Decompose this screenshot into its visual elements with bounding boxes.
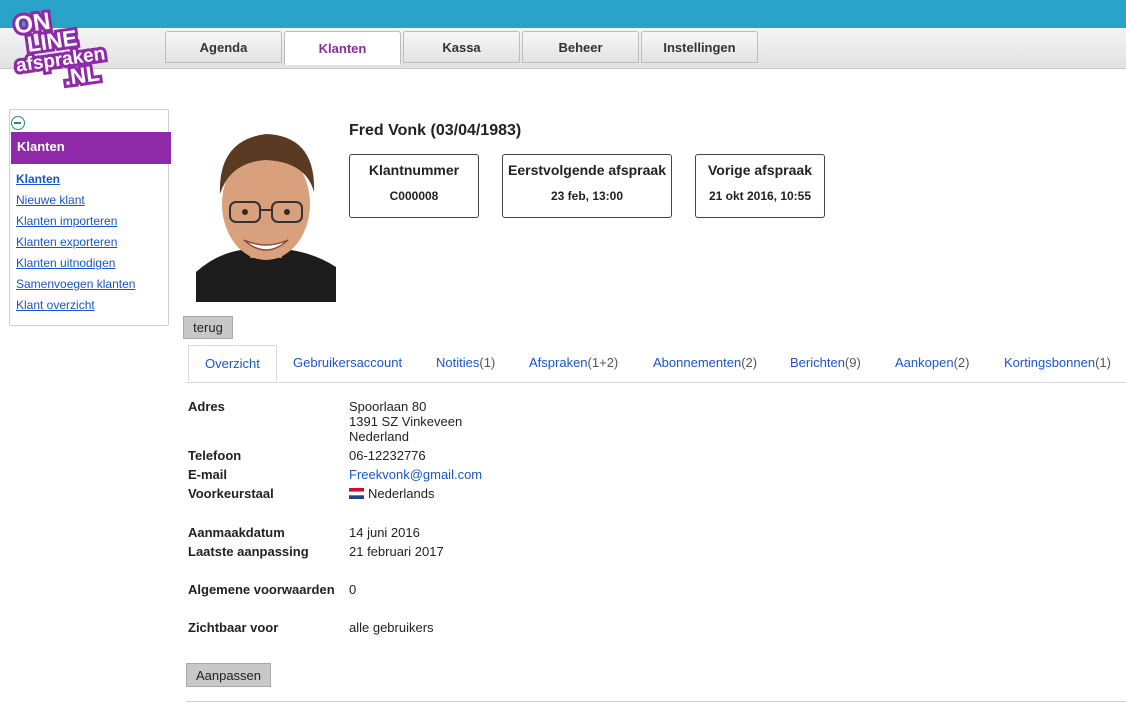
- sidebar-link[interactable]: Klanten uitnodigen: [16, 256, 115, 270]
- info-box-title: Klantnummer: [368, 162, 460, 178]
- sidebar: Klanten Klanten Nieuwe klant Klanten imp…: [9, 109, 171, 326]
- subtab-gebruikersaccount[interactable]: Gebruikersaccount: [293, 345, 402, 382]
- tab-beheer[interactable]: Beheer: [522, 31, 639, 63]
- address-line: Nederland: [349, 429, 409, 444]
- sidebar-link[interactable]: Klant overzicht: [16, 298, 95, 312]
- detail-label: Aanmaakdatum: [188, 525, 285, 540]
- subtab-berichten[interactable]: Berichten(9): [790, 345, 861, 382]
- divider: [186, 701, 1126, 702]
- detail-value: 06-12232776: [349, 448, 426, 463]
- sidebar-menu: Klanten Nieuwe klant Klanten importeren …: [16, 172, 135, 319]
- subtab-count: (1): [1095, 355, 1111, 370]
- tab-kassa[interactable]: Kassa: [403, 31, 520, 63]
- subtab-afspraken[interactable]: Afspraken(1+2): [529, 345, 618, 382]
- info-box-title: Eerstvolgende afspraak: [508, 162, 666, 178]
- sidebar-item-nieuwe-klant: Nieuwe klant: [16, 193, 135, 214]
- subtab-count: (9): [844, 355, 861, 370]
- sidebar-link[interactable]: Klanten exporteren: [16, 235, 117, 249]
- tab-klanten[interactable]: Klanten: [284, 31, 401, 65]
- sidebar-item-uitnodigen: Klanten uitnodigen: [16, 256, 135, 277]
- detail-value: 14 juni 2016: [349, 525, 420, 540]
- subtab-count: (1): [479, 355, 496, 370]
- subtab-label: Overzicht: [205, 356, 260, 371]
- detail-label: Zichtbaar voor: [188, 620, 279, 635]
- info-box-value: 23 feb, 13:00: [550, 189, 624, 203]
- sidebar-link[interactable]: Nieuwe klant: [16, 193, 85, 207]
- top-bar: [0, 0, 1126, 28]
- subtab-count: (2): [741, 355, 758, 370]
- language-value: Nederlands: [368, 486, 435, 501]
- tab-instellingen[interactable]: Instellingen: [641, 31, 758, 63]
- info-box-next-appointment: Eerstvolgende afspraak 23 feb, 13:00: [502, 154, 672, 218]
- info-box-title: Vorige afspraak: [707, 162, 812, 178]
- customer-name: Fred Vonk (03/04/1983): [349, 122, 522, 139]
- subtab-aankopen[interactable]: Aankopen(2): [895, 345, 969, 382]
- email-link[interactable]: Freekvonk@gmail.com: [349, 467, 482, 482]
- sidebar-item-exporteren: Klanten exporteren: [16, 235, 135, 256]
- detail-label: Algemene voorwaarden: [188, 582, 335, 597]
- sidebar-link[interactable]: Samenvoegen klanten: [16, 277, 135, 291]
- detail-value: Freekvonk@gmail.com: [349, 467, 482, 482]
- info-box-value: C000008: [389, 189, 439, 203]
- back-button[interactable]: terug: [183, 316, 233, 339]
- sidebar-item-overzicht: Klant overzicht: [16, 298, 135, 319]
- subtab-label: Abonnementen: [653, 355, 742, 370]
- detail-value: 21 februari 2017: [349, 544, 444, 559]
- info-box-previous-appointment: Vorige afspraak 21 okt 2016, 10:55: [695, 154, 825, 218]
- edit-button[interactable]: Aanpassen: [186, 663, 271, 687]
- dutch-flag-icon: [349, 488, 364, 499]
- detail-value: alle gebruikers: [349, 620, 434, 635]
- main-nav: Agenda Klanten Kassa Beheer Instellingen: [165, 31, 760, 65]
- subtab-label: Kortingsbonnen: [1004, 355, 1096, 370]
- info-box-customer-number: Klantnummer C000008: [349, 154, 479, 218]
- sidebar-item-klanten: Klanten: [16, 172, 135, 193]
- subtab-overzicht[interactable]: Overzicht: [188, 345, 277, 382]
- detail-label: Laatste aanpassing: [188, 544, 309, 559]
- customer-subtabs: Overzicht Gebruikersaccount Notities(1) …: [186, 345, 1126, 383]
- customer-photo: [196, 122, 336, 302]
- subtab-label: Berichten: [790, 355, 845, 370]
- subtab-label: Aankopen: [895, 355, 954, 370]
- sidebar-link[interactable]: Klanten importeren: [16, 214, 117, 228]
- subtab-count: (2): [953, 355, 970, 370]
- logo-text-nl: .NL: [62, 60, 101, 90]
- sidebar-heading: Klanten: [11, 132, 171, 164]
- subtab-count: (1+2): [587, 355, 619, 370]
- sidebar-item-importeren: Klanten importeren: [16, 214, 135, 235]
- info-box-value: 21 okt 2016, 10:55: [708, 189, 812, 203]
- subtab-kortingsbonnen[interactable]: Kortingsbonnen(1): [1004, 345, 1111, 382]
- logo[interactable]: ON LINE afspraken .NL: [12, 4, 130, 90]
- subtab-label: Afspraken: [529, 355, 588, 370]
- subtab-label: Gebruikersaccount: [293, 355, 403, 370]
- subtab-label: Notities: [436, 355, 480, 370]
- detail-label: Voorkeurstaal: [188, 486, 274, 501]
- address-line: 1391 SZ Vinkeveen: [349, 414, 463, 429]
- detail-value: Nederlands: [349, 486, 435, 501]
- detail-label: Adres: [188, 399, 225, 414]
- subtab-abonnementen[interactable]: Abonnementen(2): [653, 345, 757, 382]
- detail-value: Spoorlaan 80 1391 SZ Vinkeveen Nederland: [349, 399, 462, 444]
- tab-agenda[interactable]: Agenda: [165, 31, 282, 63]
- address-line: Spoorlaan 80: [349, 399, 427, 414]
- subtab-notities[interactable]: Notities(1): [436, 345, 495, 382]
- detail-label: E-mail: [188, 467, 228, 482]
- detail-label: Telefoon: [188, 448, 242, 463]
- sidebar-link[interactable]: Klanten: [16, 172, 60, 186]
- sidebar-item-samenvoegen: Samenvoegen klanten: [16, 277, 135, 298]
- detail-value: 0: [349, 582, 357, 597]
- collapse-icon[interactable]: [11, 116, 25, 130]
